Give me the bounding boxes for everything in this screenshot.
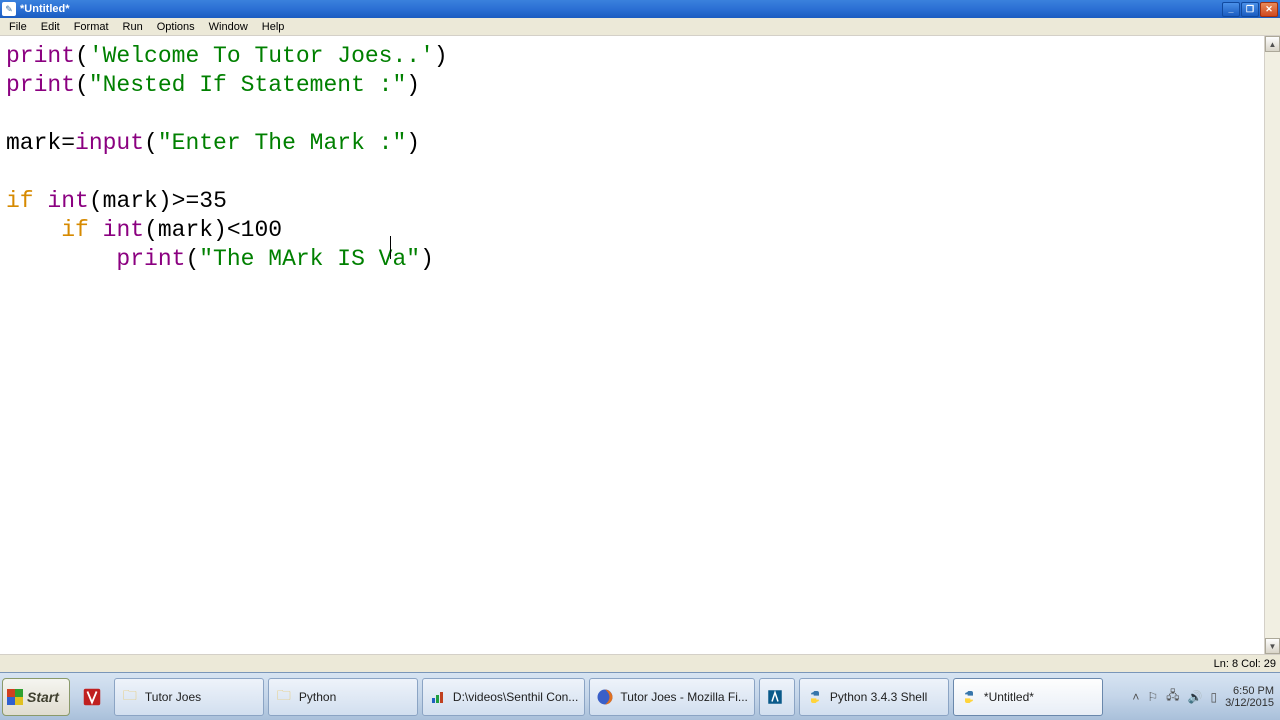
clock[interactable]: 6:50 PM 3/12/2015	[1225, 685, 1274, 709]
scroll-up-button[interactable]: ▲	[1265, 36, 1280, 52]
code-token: print	[6, 72, 75, 98]
chart-icon	[429, 688, 447, 706]
code-token: print	[6, 43, 75, 69]
code-token: (mark)>=35	[89, 188, 227, 214]
taskbar-item-label: D:\videos\Senthil Con...	[453, 690, 578, 704]
clock-time: 6:50 PM	[1225, 685, 1274, 697]
quicklaunch-adobe-icon[interactable]	[74, 678, 110, 716]
adobe-icon	[766, 688, 784, 706]
code-token: )	[406, 130, 420, 156]
code-token: int	[103, 217, 144, 243]
menu-run[interactable]: Run	[116, 20, 150, 34]
taskbar-item-untitled[interactable]: *Untitled*	[953, 678, 1103, 716]
python-icon	[806, 688, 824, 706]
close-button[interactable]: ✕	[1260, 2, 1278, 17]
tray-chevron-icon[interactable]: ˄	[1132, 690, 1139, 704]
taskbar-item-videos[interactable]: D:\videos\Senthil Con...	[422, 678, 585, 716]
code-token	[34, 188, 48, 214]
taskbar-item-python-folder[interactable]: 🗀 Python	[268, 678, 418, 716]
status-bar: Ln: 8 Col: 29	[0, 654, 1280, 672]
maximize-button[interactable]: ❐	[1241, 2, 1259, 17]
minimize-button[interactable]: _	[1222, 2, 1240, 17]
cursor-position: Ln: 8 Col: 29	[1214, 658, 1276, 670]
start-button[interactable]: Start	[2, 678, 70, 716]
code-token: if	[6, 188, 34, 214]
app-icon: ✎	[2, 2, 16, 16]
code-token: (	[75, 43, 89, 69]
code-token: )	[406, 72, 420, 98]
scroll-down-button[interactable]: ▼	[1265, 638, 1280, 654]
folder-icon: 🗀	[275, 688, 293, 706]
code-token	[89, 217, 103, 243]
code-token	[6, 217, 61, 243]
tray-flag-icon[interactable]: ⚐	[1147, 690, 1158, 704]
code-token: "Nested If Statement :"	[89, 72, 406, 98]
menu-bar: File Edit Format Run Options Window Help	[0, 18, 1280, 36]
taskbar-item-label: Tutor Joes - Mozilla Fi...	[620, 690, 748, 704]
menu-edit[interactable]: Edit	[34, 20, 67, 34]
editor-wrap: print('Welcome To Tutor Joes..') print("…	[0, 36, 1280, 654]
code-token: "Enter The Mark :"	[158, 130, 406, 156]
taskbar-item-python-shell[interactable]: Python 3.4.3 Shell	[799, 678, 949, 716]
code-editor[interactable]: print('Welcome To Tutor Joes..') print("…	[0, 36, 1264, 654]
menu-help[interactable]: Help	[255, 20, 292, 34]
tray-battery-icon[interactable]: ▯	[1210, 690, 1217, 704]
code-token: (mark)<100	[144, 217, 282, 243]
code-token: print	[116, 246, 185, 272]
code-token: )	[420, 246, 434, 272]
code-token: mark=	[6, 130, 75, 156]
window-title: *Untitled*	[20, 3, 1221, 15]
python-icon	[960, 688, 978, 706]
code-token: "The MArk IS Va"	[199, 246, 420, 272]
code-token: (	[75, 72, 89, 98]
taskbar-item-label: Python 3.4.3 Shell	[830, 690, 927, 704]
code-token: int	[47, 188, 88, 214]
start-label: Start	[27, 689, 59, 705]
menu-window[interactable]: Window	[202, 20, 255, 34]
scrollbar-track[interactable]	[1265, 52, 1280, 638]
taskbar-item-tutor-joes[interactable]: 🗀 Tutor Joes	[114, 678, 264, 716]
code-token: (	[144, 130, 158, 156]
taskbar-item-adobe[interactable]	[759, 678, 795, 716]
taskbar-item-label: Python	[299, 690, 336, 704]
code-token: if	[61, 217, 89, 243]
clock-date: 3/12/2015	[1225, 697, 1274, 709]
code-token: input	[75, 130, 144, 156]
code-token: 'Welcome To Tutor Joes..'	[89, 43, 434, 69]
window-buttons: _ ❐ ✕	[1221, 2, 1278, 17]
code-token	[6, 246, 116, 272]
folder-icon: 🗀	[121, 688, 139, 706]
code-token: )	[434, 43, 448, 69]
title-bar: ✎ *Untitled* _ ❐ ✕	[0, 0, 1280, 18]
code-token: (	[185, 246, 199, 272]
taskbar: Start 🗀 Tutor Joes 🗀 Python D:\videos\Se…	[0, 672, 1280, 720]
windows-flag-icon	[7, 689, 23, 705]
menu-format[interactable]: Format	[67, 20, 116, 34]
tray-volume-icon[interactable]: 🔊	[1188, 690, 1203, 704]
tray-network-icon[interactable]: 🖧	[1166, 686, 1179, 707]
taskbar-item-label: Tutor Joes	[145, 690, 201, 704]
menu-options[interactable]: Options	[150, 20, 202, 34]
taskbar-item-firefox[interactable]: Tutor Joes - Mozilla Fi...	[589, 678, 755, 716]
system-tray: ˄ ⚐ 🖧 🔊 ▯ 6:50 PM 3/12/2015	[1126, 673, 1280, 720]
text-cursor	[390, 236, 391, 259]
vertical-scrollbar[interactable]: ▲ ▼	[1264, 36, 1280, 654]
firefox-icon	[596, 688, 614, 706]
menu-file[interactable]: File	[2, 20, 34, 34]
taskbar-item-label: *Untitled*	[984, 690, 1034, 704]
